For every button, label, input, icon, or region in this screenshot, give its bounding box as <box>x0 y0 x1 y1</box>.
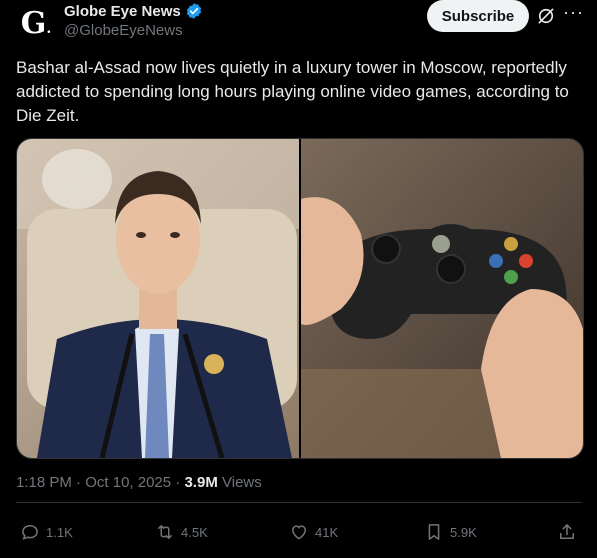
divider <box>16 502 582 503</box>
avatar-logo: G. <box>20 6 52 41</box>
tweet-time[interactable]: 1:18 PM <box>16 474 72 491</box>
repost-button[interactable]: 4.5K <box>155 522 208 542</box>
meta-separator: · <box>71 474 86 491</box>
views-label: Views <box>222 474 262 491</box>
bookmark-button[interactable]: 5.9K <box>424 522 477 542</box>
tweet-text: Bashar al-Assad now lives quietly in a l… <box>16 58 569 125</box>
bookmark-icon <box>428 524 440 540</box>
tweet-media[interactable] <box>16 138 584 459</box>
author-name-row: Globe Eye News <box>64 2 203 20</box>
tweet-date[interactable]: Oct 10, 2025 <box>85 474 171 491</box>
heart-icon <box>291 525 307 540</box>
tweet-meta: 1:18 PM · Oct 10, 2025 · 3.9M Views <box>16 474 262 491</box>
repost-icon <box>158 525 172 539</box>
reply-button[interactable]: 1.1K <box>20 522 73 542</box>
views-count: 3.9M <box>184 474 218 491</box>
like-button[interactable]: 41K <box>289 522 338 542</box>
share-icon <box>560 524 574 539</box>
subscribe-button[interactable]: Subscribe <box>427 0 529 32</box>
verified-badge-icon <box>186 3 201 19</box>
author-display-name[interactable]: Globe Eye News <box>64 3 181 20</box>
reply-count: 1.1K <box>46 524 73 540</box>
media-image-right[interactable] <box>301 139 583 458</box>
media-image-left[interactable] <box>17 139 299 458</box>
avatar[interactable]: G. <box>16 4 56 44</box>
bookmark-count: 5.9K <box>450 524 477 540</box>
grok-icon[interactable] <box>536 6 556 26</box>
author-handle[interactable]: @GlobeEyeNews <box>64 22 183 39</box>
more-options-icon[interactable]: ··· <box>563 2 584 23</box>
repost-count: 4.5K <box>181 524 208 540</box>
reply-icon <box>22 524 38 540</box>
like-count: 41K <box>315 524 339 540</box>
meta-separator-2: · <box>171 474 185 491</box>
share-button[interactable] <box>557 522 577 542</box>
